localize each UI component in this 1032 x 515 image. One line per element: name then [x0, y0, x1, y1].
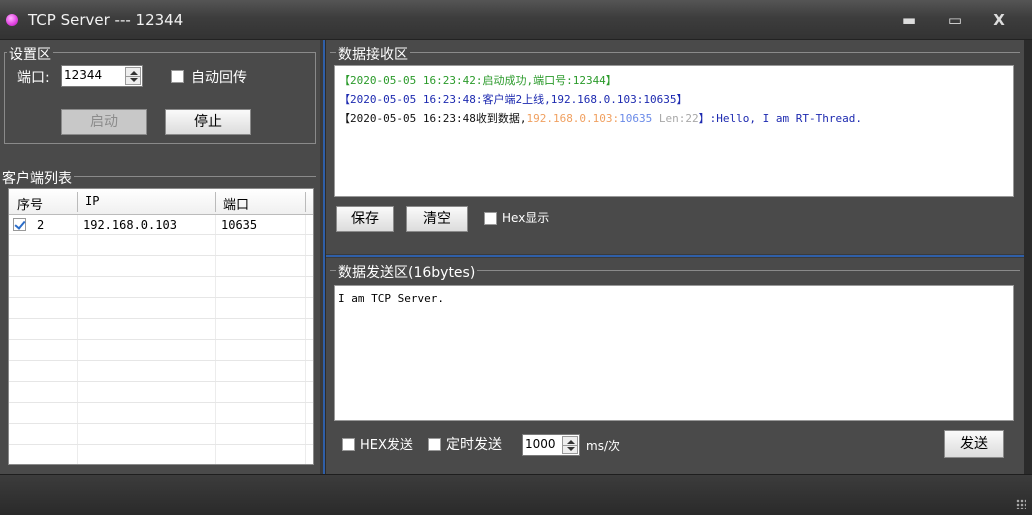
auto-echo-checkbox[interactable]	[171, 70, 184, 83]
receive-line-text: 【2020-05-05 16:23:42:启动成功,端口号:12344】	[339, 74, 617, 87]
port-spinbox[interactable]: 12344	[61, 65, 143, 87]
client-ip: 192.168.0.103	[83, 218, 177, 232]
splitter-line	[326, 255, 1024, 257]
title-bar: TCP Server --- 12344 ▬ ▭ X	[0, 0, 1032, 40]
port-spin-arrows[interactable]	[125, 67, 141, 85]
settings-group: 设置区 端口: 12344 自动回传 启动 停止	[4, 44, 316, 144]
maximize-button[interactable]: ▭	[944, 10, 966, 30]
spin-up-icon[interactable]	[130, 71, 138, 75]
table-row-empty	[9, 383, 313, 403]
auto-echo-label: 自动回传	[191, 70, 247, 86]
port-value: 12344	[64, 68, 103, 82]
start-button[interactable]: 启动	[61, 109, 147, 135]
receive-payload: 】:Hello, I am RT-Thread.	[698, 112, 862, 125]
table-row-empty	[9, 257, 313, 277]
column-divider[interactable]	[305, 192, 306, 212]
table-row-empty	[9, 425, 313, 445]
receive-source-port: 10635	[619, 112, 659, 125]
close-button[interactable]: X	[988, 10, 1010, 30]
receive-source-ip: 192.168.0.103:	[526, 112, 620, 125]
receive-line: 【2020-05-05 16:23:42:启动成功,端口号:12344】	[339, 72, 617, 88]
column-divider[interactable]	[77, 192, 78, 212]
column-divider[interactable]	[215, 192, 216, 212]
send-group-title: 数据发送区(16bytes)	[336, 262, 478, 282]
table-row-empty	[9, 404, 313, 424]
resize-grip-icon[interactable]	[1016, 499, 1026, 509]
status-bar	[0, 474, 1032, 515]
minimize-button[interactable]: ▬	[898, 10, 920, 30]
client-table-header: 序号 IP 端口	[9, 189, 313, 215]
stop-button[interactable]: 停止	[165, 109, 251, 135]
client-port: 10635	[221, 218, 258, 232]
spin-up-icon[interactable]	[567, 440, 575, 444]
client-list-title: 客户端列表	[0, 168, 74, 188]
settings-group-title: 设置区	[7, 44, 53, 64]
vertical-splitter[interactable]	[320, 40, 325, 474]
hex-display-checkbox[interactable]	[484, 212, 497, 225]
spin-down-icon[interactable]	[130, 78, 138, 82]
receive-group-title: 数据接收区	[336, 44, 410, 64]
window-title: TCP Server --- 12344	[28, 11, 184, 29]
interval-spinbox[interactable]: 1000	[522, 434, 580, 456]
receive-line: 【2020-05-05 16:23:48收到数据,192.168.0.103:1…	[339, 110, 862, 126]
receive-text-area[interactable]: 【2020-05-05 16:23:42:启动成功,端口号:12344】 【20…	[334, 65, 1014, 197]
timed-send-checkbox[interactable]	[428, 438, 441, 451]
left-panel: 设置区 端口: 12344 自动回传 启动 停止 客户端列表 序号 IP 端口	[0, 40, 320, 474]
timed-send-label: 定时发送	[446, 437, 502, 453]
port-label: 端口:	[17, 70, 50, 86]
table-row-empty	[9, 299, 313, 319]
save-button[interactable]: 保存	[336, 206, 394, 232]
client-table[interactable]: 序号 IP 端口 2 192.168.0.103 10635	[8, 188, 314, 465]
table-row-empty	[9, 362, 313, 382]
column-ip[interactable]: IP	[85, 194, 99, 208]
hex-display-label: Hex显示	[502, 211, 550, 225]
interval-value: 1000	[525, 437, 556, 451]
client-row-checkbox[interactable]	[13, 218, 26, 231]
horizontal-splitter[interactable]	[326, 254, 1024, 258]
hex-send-label: HEX发送	[360, 438, 413, 453]
column-port[interactable]: 端口	[223, 194, 249, 213]
table-row[interactable]: 2 192.168.0.103 10635	[9, 215, 313, 235]
send-text: I am TCP Server.	[338, 292, 444, 305]
send-text-area[interactable]: I am TCP Server.	[334, 285, 1014, 421]
table-row-empty	[9, 341, 313, 361]
receive-prefix: 【2020-05-05 16:23:48收到数据,	[339, 112, 527, 125]
hex-send-checkbox[interactable]	[342, 438, 355, 451]
receive-line: 【2020-05-05 16:23:48:客户端2上线,192.168.0.10…	[339, 91, 688, 107]
clear-button[interactable]: 清空	[406, 206, 468, 232]
receive-line-text: 【2020-05-05 16:23:48:客户端2上线,192.168.0.10…	[339, 93, 688, 106]
splitter-line	[323, 40, 325, 474]
interval-spin-arrows[interactable]	[562, 436, 578, 454]
column-index[interactable]: 序号	[17, 194, 43, 213]
table-row-empty	[9, 320, 313, 340]
send-button[interactable]: 发送	[944, 430, 1004, 458]
spin-divider	[563, 445, 577, 446]
interval-unit: ms/次	[586, 439, 620, 453]
spin-down-icon[interactable]	[567, 447, 575, 451]
receive-length: Len:22	[658, 112, 699, 125]
table-row-empty	[9, 236, 313, 256]
client-index: 2	[37, 218, 45, 232]
spin-divider	[126, 76, 140, 77]
app-icon	[6, 14, 18, 26]
table-row-empty	[9, 278, 313, 298]
